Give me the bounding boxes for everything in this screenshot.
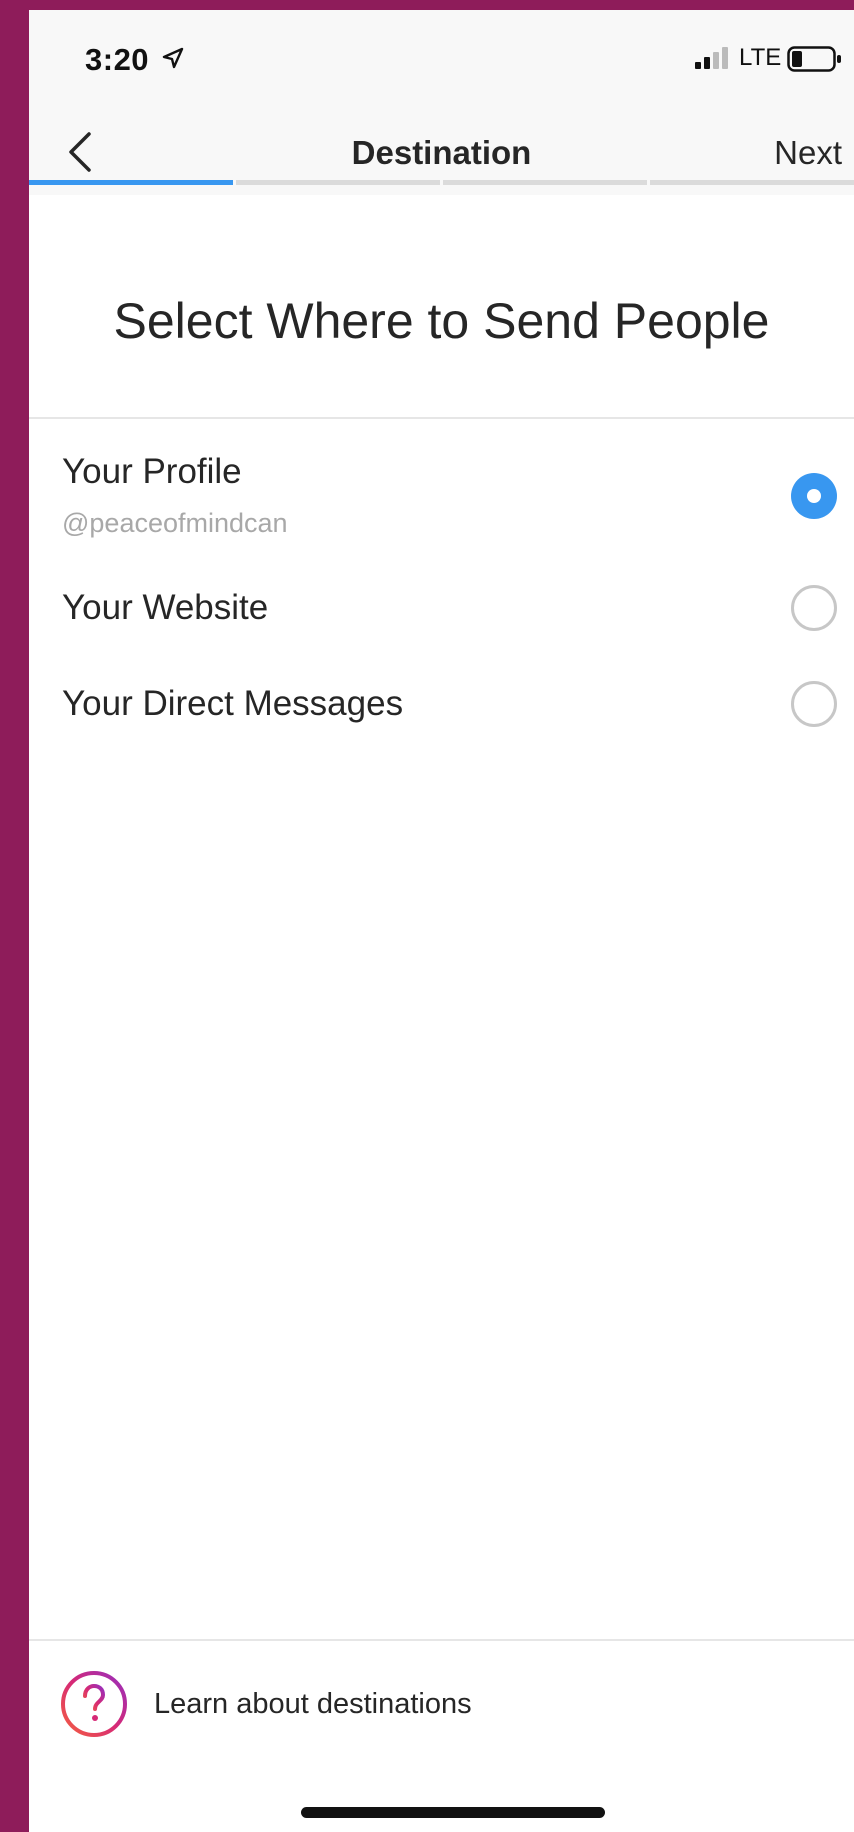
option-your-direct-messages[interactable]: Your Direct Messages [29, 660, 854, 750]
page-title: Destination [351, 134, 532, 171]
radio-your-profile[interactable] [791, 473, 837, 519]
radio-your-website[interactable] [791, 585, 837, 631]
phone-screen: 3:20 LTE Destination Next Select Where t… [29, 10, 854, 1832]
radio-your-direct-messages[interactable] [791, 681, 837, 727]
progress-segment [29, 180, 233, 185]
progress-segment [236, 180, 440, 185]
learn-label: Learn about destinations [154, 1688, 472, 1720]
device-frame-top [0, 0, 854, 10]
option-your-profile[interactable]: Your Profile @peaceofmindcan [29, 430, 854, 558]
progress-segment [650, 180, 854, 185]
device-frame-left [0, 0, 29, 1832]
location-arrow-icon [162, 47, 184, 69]
divider [29, 417, 854, 419]
option-sublabel: @peaceofmindcan [62, 508, 288, 538]
option-label: Your Direct Messages [62, 684, 404, 723]
learn-about-destinations-link[interactable]: Learn about destinations [29, 1670, 854, 1750]
option-your-website[interactable]: Your Website [29, 565, 854, 655]
home-indicator[interactable] [301, 1807, 605, 1818]
option-label: Your Profile [62, 452, 242, 491]
section-heading: Select Where to Send People [113, 293, 770, 349]
network-type: LTE [739, 44, 782, 71]
status-bar: 3:20 LTE [29, 10, 854, 110]
footer-divider [29, 1639, 854, 1641]
option-label: Your Website [62, 588, 269, 627]
progress-segment [443, 180, 647, 185]
status-time: 3:20 [85, 42, 150, 77]
next-button[interactable]: Next [774, 134, 842, 172]
battery-icon [787, 46, 841, 72]
signal-bars-icon [695, 47, 728, 69]
question-circle-icon [61, 1671, 127, 1737]
step-progress-bar [29, 180, 854, 185]
